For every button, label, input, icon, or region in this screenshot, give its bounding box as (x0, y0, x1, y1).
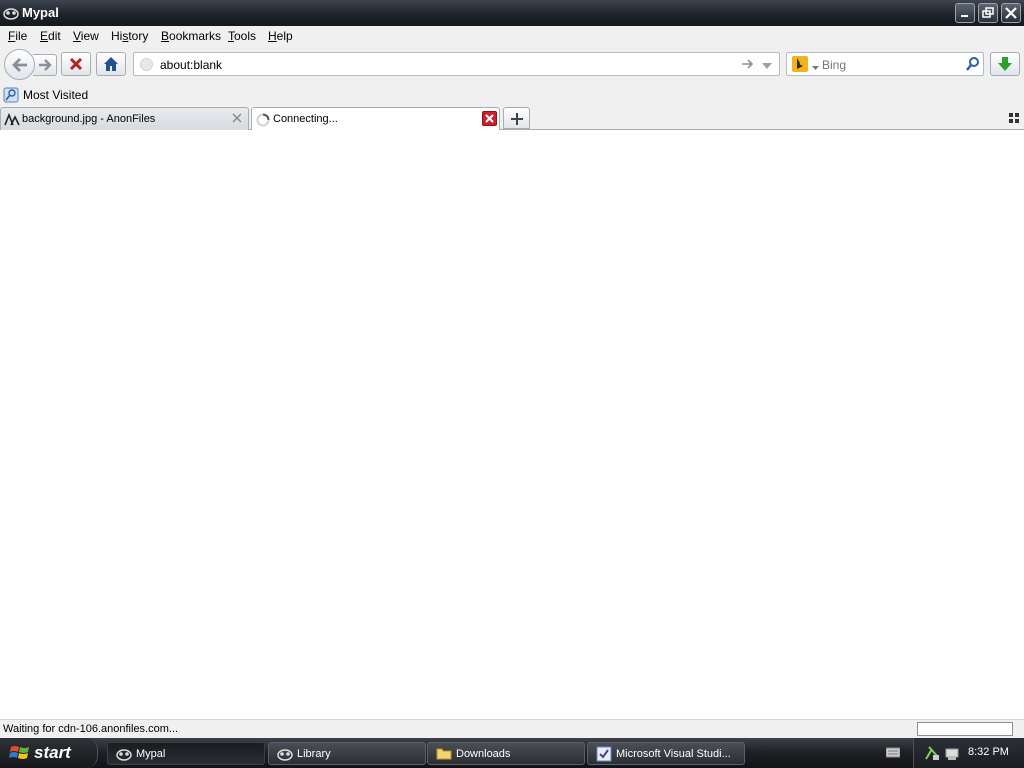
url-history-dropdown-icon[interactable] (762, 61, 772, 73)
taskbar: start Mypal Library Downloads Microsoft … (0, 738, 1024, 768)
tab-background-jpg[interactable]: background.jpg - AnonFiles (0, 107, 249, 130)
taskbar-item-mypal[interactable]: Mypal (107, 742, 265, 765)
minimize-button[interactable] (955, 3, 975, 23)
anonfiles-favicon-icon (4, 112, 20, 129)
navigation-toolbar (0, 46, 1024, 84)
task-label: Downloads (456, 748, 511, 760)
volume-icon[interactable] (945, 745, 961, 764)
keyboard-icon[interactable] (885, 746, 901, 761)
menu-edit[interactable]: Edit (40, 29, 61, 43)
tab-close-icon[interactable] (482, 111, 497, 126)
start-button[interactable]: start (0, 738, 98, 768)
tab-strip: background.jpg - AnonFiles Connecting... (0, 106, 1024, 131)
site-identity-icon[interactable] (140, 58, 153, 71)
window-title: Mypal (22, 5, 59, 20)
bing-engine-icon[interactable] (792, 56, 808, 72)
task-label: Microsoft Visual Studi... (616, 748, 731, 760)
bookmark-label: Most Visited (23, 88, 89, 102)
menu-bar: File Edit View History Bookmarks Tools H… (0, 26, 1024, 46)
start-label: start (34, 743, 71, 762)
go-arrow-icon[interactable] (741, 57, 755, 74)
most-visited-folder-icon (3, 87, 19, 106)
menu-tools[interactable]: Tools (228, 29, 256, 43)
back-button[interactable] (4, 49, 35, 80)
title-bar: Mypal (0, 0, 1024, 26)
tab-label: Connecting... (273, 113, 338, 125)
tab-close-icon[interactable] (232, 113, 242, 126)
task-label: Mypal (136, 748, 166, 760)
folder-icon (436, 746, 452, 763)
search-magnifier-icon[interactable] (965, 56, 981, 75)
tab-label: background.jpg - AnonFiles (22, 113, 156, 125)
close-window-button[interactable] (1001, 3, 1021, 23)
taskbar-item-downloads[interactable]: Downloads (427, 742, 585, 765)
search-bar[interactable] (786, 52, 984, 76)
restore-button[interactable] (978, 3, 998, 23)
menu-help[interactable]: Help (268, 29, 293, 43)
menu-view[interactable]: View (73, 29, 99, 43)
windows-flag-icon (9, 744, 31, 765)
url-input[interactable] (160, 58, 720, 72)
list-all-tabs-icon[interactable] (1009, 113, 1019, 126)
menu-bookmarks[interactable]: Bookmarks (161, 29, 221, 43)
network-icon[interactable] (924, 745, 940, 764)
engine-dropdown-icon[interactable] (812, 62, 819, 74)
stop-button[interactable] (61, 52, 91, 76)
url-bar[interactable] (133, 52, 780, 76)
status-text: Waiting for cdn-106.anonfiles.com... (3, 723, 179, 735)
forward-button[interactable] (33, 54, 57, 76)
menu-file[interactable]: File (8, 29, 27, 43)
tab-connecting[interactable]: Connecting... (251, 107, 500, 131)
task-label: Library (297, 748, 331, 760)
mypal-icon (116, 746, 132, 765)
menu-history[interactable]: History (111, 29, 148, 43)
status-bar: Waiting for cdn-106.anonfiles.com... (0, 719, 1024, 738)
loading-spinner-icon (255, 112, 271, 131)
system-tray: 8:32 PM (885, 738, 1024, 768)
home-button[interactable] (96, 52, 126, 76)
loading-progress-bar (917, 722, 1013, 736)
mypal-icon (277, 746, 293, 765)
taskbar-item-library[interactable]: Library (268, 742, 426, 765)
search-input[interactable] (822, 58, 962, 72)
bookmarks-toolbar: Most Visited (0, 84, 1024, 106)
visual-studio-icon (596, 746, 612, 765)
page-content[interactable] (0, 130, 1024, 719)
downloads-button[interactable] (990, 52, 1020, 76)
new-tab-button[interactable] (503, 107, 530, 129)
clock[interactable]: 8:32 PM (968, 746, 1009, 758)
mypal-app-icon (3, 5, 19, 21)
taskbar-item-visual-studio[interactable]: Microsoft Visual Studi... (587, 742, 745, 765)
